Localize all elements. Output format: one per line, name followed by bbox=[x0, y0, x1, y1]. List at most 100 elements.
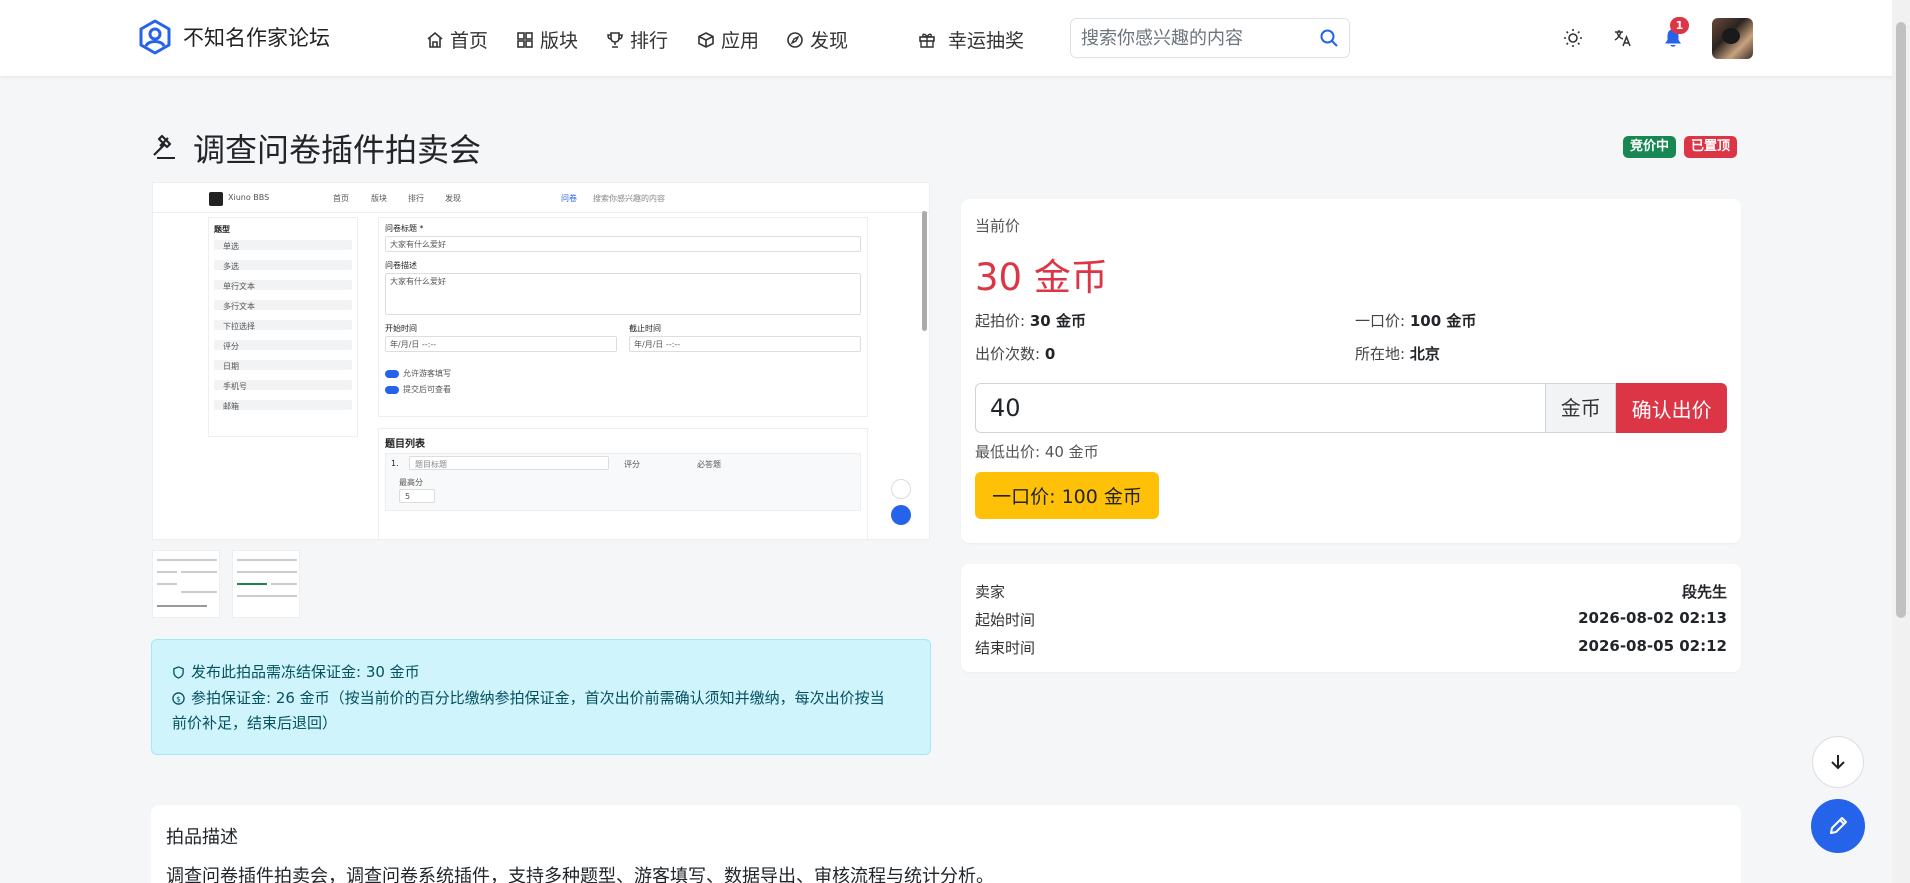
bid-input-group: 金币 确认出价 bbox=[975, 383, 1727, 433]
notification-badge: 1 bbox=[1670, 17, 1689, 34]
translate-icon[interactable] bbox=[1613, 28, 1633, 48]
screenshot-q-type: 评分 bbox=[624, 460, 640, 469]
item-description-card: 拍品描述 调查问卷插件拍卖会，调查问卷系统插件，支持多种题型、游客填写、数据导出… bbox=[151, 805, 1741, 883]
scroll-down-button[interactable] bbox=[1812, 736, 1864, 788]
screenshot-sidebar-title: 题型 bbox=[214, 225, 230, 234]
screenshot-form: 问卷标题 * 大家有什么爱好 问卷描述 大家有什么爱好 开始时间 截止时间 年/… bbox=[378, 217, 868, 417]
current-price-label: 当前价 bbox=[975, 217, 1021, 235]
screenshot-sidebar-item: 多行文本 bbox=[223, 302, 255, 311]
screenshot-sidebar-item: 评分 bbox=[223, 342, 239, 351]
svg-text:$: $ bbox=[176, 694, 181, 703]
screenshot-toggle-label: 允许游客填写 bbox=[403, 369, 451, 378]
arrow-down-icon bbox=[1831, 755, 1845, 770]
buyout-price-label: 一口价: bbox=[1355, 312, 1406, 330]
alert-line-bid-deposit-cont: 前价补足，结束后退回） bbox=[172, 711, 337, 736]
alert-line-deposit: 发布此拍品需冻结保证金: 30 金币 bbox=[172, 660, 420, 685]
gift-icon bbox=[919, 33, 935, 48]
nav-item-lucky-draw[interactable]: 幸运抽奖 bbox=[918, 26, 1024, 53]
nav-item-discover[interactable]: 发现 bbox=[786, 26, 848, 53]
nav-item-label: 版块 bbox=[540, 30, 579, 52]
top-navbar: 不知名作家论坛 首页 版块 排行 应用 发现 幸运抽奖 1 bbox=[0, 0, 1892, 76]
location-value: 北京 bbox=[1409, 345, 1440, 363]
nav-item-label: 应用 bbox=[721, 30, 760, 52]
screenshot-sidebar-item: 下拉选择 bbox=[223, 322, 255, 331]
screenshot-desc-input bbox=[385, 273, 861, 315]
screenshot-q-placeholder: 题目标题 bbox=[415, 460, 447, 469]
end-time-row: 结束时间 2026-08-05 02:12 bbox=[975, 637, 1727, 658]
screenshot-toggle bbox=[385, 386, 399, 394]
nav-item-label: 幸运抽奖 bbox=[948, 30, 1025, 52]
screenshot-q-sub-value: 5 bbox=[405, 492, 411, 501]
nav-item-forums[interactable]: 版块 bbox=[516, 26, 578, 53]
screenshot-sidebar-item: 单行文本 bbox=[223, 282, 255, 291]
start-price-label: 起拍价: bbox=[975, 312, 1026, 330]
start-price-value: 30 金币 bbox=[1029, 312, 1086, 330]
screenshot-form-desc-value: 大家有什么爱好 bbox=[390, 277, 446, 286]
search-box bbox=[1070, 18, 1350, 58]
buyout-price: 一口价: 100 金币 bbox=[1355, 310, 1476, 331]
screenshot-logo-icon bbox=[209, 192, 223, 206]
nav-item-ranking[interactable]: 排行 bbox=[606, 26, 668, 53]
user-shield-logo-icon bbox=[139, 19, 171, 55]
seller-info-card: 卖家 段先生 起始时间 2026-08-02 02:13 结束时间 2026-0… bbox=[961, 564, 1741, 672]
current-price-value: 30 金币 bbox=[975, 256, 1108, 299]
main-product-image[interactable]: Xiuno BBS 首页 版块 排行 发现 问卷 搜索你感兴趣的内容 题型 单选… bbox=[152, 182, 930, 540]
screenshot-start-placeholder: 年/月/日 --:-- bbox=[390, 340, 437, 349]
screenshot-toggle bbox=[385, 370, 399, 378]
screenshot-start-label: 开始时间 bbox=[385, 324, 417, 333]
gallery-thumbnail-1[interactable] bbox=[152, 550, 220, 618]
screenshot-nav-survey: 问卷 bbox=[561, 194, 577, 203]
status-badge-pinned: 已置顶 bbox=[1684, 136, 1738, 158]
start-time-value: 2026-08-02 02:13 bbox=[1578, 609, 1727, 627]
screenshot-sidebar-item: 单选 bbox=[223, 242, 239, 251]
description-title: 拍品描述 bbox=[166, 827, 238, 848]
screenshot-nav-forums: 版块 bbox=[371, 194, 387, 203]
confirm-bid-button[interactable]: 确认出价 bbox=[1616, 383, 1727, 433]
page-scrollbar[interactable] bbox=[1892, 0, 1910, 883]
start-time-label: 起始时间 bbox=[975, 611, 1036, 629]
seller-label: 卖家 bbox=[975, 583, 1006, 601]
nav-item-home[interactable]: 首页 bbox=[426, 26, 488, 53]
screenshot-form-title-value: 大家有什么爱好 bbox=[390, 240, 446, 249]
scrollbar-thumb[interactable] bbox=[1896, 22, 1906, 618]
thumbnail-line bbox=[181, 591, 217, 593]
buyout-button[interactable]: 一口价: 100 金币 bbox=[975, 472, 1159, 519]
screenshot-nav-ranking: 排行 bbox=[408, 194, 424, 203]
screenshot-end-placeholder: 年/月/日 --:-- bbox=[634, 340, 681, 349]
thumbnail-line bbox=[181, 571, 217, 573]
screenshot-form-desc-label: 问卷描述 bbox=[385, 261, 417, 270]
screenshot-sidebar: 题型 单选 多选 单行文本 多行文本 下拉选择 评分 日期 手机号 邮箱 bbox=[208, 217, 358, 437]
gallery-thumbnail-2[interactable] bbox=[232, 550, 300, 618]
thumbnail-line bbox=[237, 559, 297, 561]
screenshot-edit-button bbox=[891, 505, 911, 525]
alert-deposit-text: 发布此拍品需冻结保证金: 30 金币 bbox=[191, 663, 420, 681]
screenshot-sidebar-item: 手机号 bbox=[223, 382, 247, 391]
alert-bid-deposit-text-cont: 前价补足，结束后退回） bbox=[172, 714, 338, 732]
nav-item-apps[interactable]: 应用 bbox=[697, 26, 759, 53]
compose-post-button[interactable] bbox=[1811, 799, 1865, 853]
location-label: 所在地: bbox=[1355, 345, 1406, 363]
sun-icon[interactable] bbox=[1563, 28, 1583, 48]
bid-count-value: 0 bbox=[1044, 345, 1056, 363]
screenshot-search: 搜索你感兴趣的内容 bbox=[593, 194, 665, 203]
avatar[interactable] bbox=[1712, 18, 1753, 59]
seller-name[interactable]: 段先生 bbox=[1682, 581, 1727, 602]
screenshot-sidebar-item: 日期 bbox=[223, 362, 239, 371]
bid-unit-label: 金币 bbox=[1545, 383, 1617, 433]
coin-icon: $ bbox=[172, 692, 185, 705]
page-title-text: 调查问卷插件拍卖会 bbox=[193, 131, 482, 169]
bid-amount-input[interactable] bbox=[975, 383, 1546, 433]
thumbnail-line bbox=[157, 583, 177, 585]
compass-icon bbox=[787, 31, 803, 48]
screenshot-brand: Xiuno BBS bbox=[228, 193, 270, 202]
screenshot-q-sub-label: 最高分 bbox=[399, 478, 423, 487]
search-input[interactable] bbox=[1081, 19, 1311, 57]
buyout-price-value: 100 金币 bbox=[1409, 312, 1477, 330]
trophy-icon bbox=[607, 31, 623, 48]
search-icon[interactable] bbox=[1319, 28, 1339, 48]
status-badge-bidding: 竞价中 bbox=[1623, 136, 1677, 158]
location: 所在地: 北京 bbox=[1355, 343, 1440, 364]
thumbnail-line bbox=[157, 571, 177, 573]
bid-count: 出价次数: 0 bbox=[975, 343, 1055, 364]
brand[interactable]: 不知名作家论坛 bbox=[137, 19, 330, 55]
